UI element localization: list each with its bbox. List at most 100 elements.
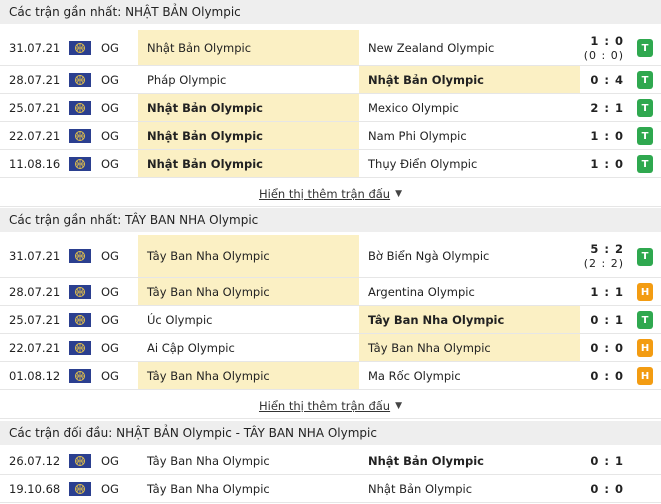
home-team[interactable]: Ai Cập Olympic bbox=[138, 334, 359, 361]
match-date: 28.07.21 bbox=[9, 72, 61, 87]
match-score[interactable]: 0 : 1 bbox=[580, 447, 624, 474]
home-team[interactable]: Tây Ban Nha Olympic bbox=[138, 475, 359, 502]
home-team[interactable]: Nhật Bản Olympic bbox=[138, 122, 359, 149]
away-team[interactable]: Nhật Bản Olympic bbox=[359, 475, 580, 502]
match-row[interactable]: 28.07.21 OG Tây Ban Nha Olympic Argentina O… bbox=[0, 278, 661, 306]
match-score[interactable]: 0 : 0 bbox=[580, 475, 624, 502]
show-more-link[interactable]: Hiển thị thêm trận đấu ▼ bbox=[0, 393, 661, 419]
home-team[interactable]: Nhật Bản Olympic bbox=[138, 94, 359, 121]
match-score[interactable]: 1 : 0 bbox=[580, 150, 624, 177]
away-team[interactable]: New Zealand Olympic bbox=[359, 30, 580, 65]
full-time-score: 1 : 1 bbox=[590, 284, 624, 299]
match-date: 26.07.12 bbox=[9, 453, 61, 468]
full-time-score: 1 : 0 bbox=[590, 33, 624, 48]
result-badge: H bbox=[637, 339, 653, 357]
match-score[interactable]: 1 : 0 (0 : 0) bbox=[580, 30, 624, 65]
match-row[interactable]: 31.07.21 OG Tây Ban Nha Olympic Bờ Biển Ngà… bbox=[0, 235, 661, 278]
match-row[interactable]: 11.08.16 OG Nhật Bản Olympic Thụy Điển Olym… bbox=[0, 150, 661, 178]
away-team[interactable]: Nam Phi Olympic bbox=[359, 122, 580, 149]
section-title: Các trận gần nhất: NHẬT BẢN Olympic bbox=[9, 5, 241, 19]
match-score[interactable]: 0 : 4 bbox=[580, 66, 624, 93]
show-more-link[interactable]: Hiển thị thêm trận đấu ▼ bbox=[0, 181, 661, 207]
away-team[interactable]: Bờ Biển Ngà Olympic bbox=[359, 235, 580, 277]
half-time-score: (0 : 0) bbox=[583, 48, 624, 62]
league-code: OG bbox=[101, 40, 119, 55]
olympic-flag-icon bbox=[69, 30, 91, 65]
home-team[interactable]: Tây Ban Nha Olympic bbox=[138, 447, 359, 474]
match-score[interactable]: 0 : 0 bbox=[580, 362, 624, 389]
home-team[interactable]: Tây Ban Nha Olympic bbox=[138, 362, 359, 389]
olympic-flag-icon bbox=[69, 66, 91, 93]
match-row[interactable]: 26.07.12 OG Tây Ban Nha Olympic Nhật Bản Ol… bbox=[0, 447, 661, 475]
away-team[interactable]: Mexico Olympic bbox=[359, 94, 580, 121]
match-score[interactable]: 1 : 1 bbox=[580, 278, 624, 305]
match-row[interactable]: 19.10.68 OG Tây Ban Nha Olympic Nhật Bản Ol… bbox=[0, 475, 661, 503]
match-row[interactable]: 22.07.21 OG Ai Cập Olympic Tây Ban Nha Olym… bbox=[0, 334, 661, 362]
match-row[interactable]: 25.07.21 OG Úc Olympic Tây Ban Nha Olympic 0… bbox=[0, 306, 661, 334]
match-date: 25.07.21 bbox=[9, 100, 61, 115]
match-date: 22.07.21 bbox=[9, 340, 61, 355]
caret-down-icon: ▼ bbox=[395, 188, 403, 199]
match-row[interactable]: 25.07.21 OG Nhật Bản Olympic Mexico Olympic… bbox=[0, 94, 661, 122]
away-team[interactable]: Thụy Điển Olympic bbox=[359, 150, 580, 177]
olympic-flag-icon bbox=[69, 362, 91, 389]
match-score[interactable]: 0 : 1 bbox=[580, 306, 624, 333]
league-code: OG bbox=[101, 453, 119, 468]
section-header-head-to-head: Các trận đối đầu: NHẬT BẢN Olympic - TÂY… bbox=[0, 421, 661, 445]
league-code: OG bbox=[101, 368, 119, 383]
league-code: OG bbox=[101, 156, 119, 171]
half-time-score: (2 : 2) bbox=[583, 257, 624, 270]
home-team[interactable]: Nhật Bản Olympic bbox=[138, 150, 359, 177]
match-date: 28.07.21 bbox=[9, 284, 61, 299]
result-badge: H bbox=[637, 283, 653, 301]
away-team[interactable]: Argentina Olympic bbox=[359, 278, 580, 305]
full-time-score: 1 : 0 bbox=[590, 156, 624, 171]
match-score[interactable]: 0 : 0 bbox=[580, 334, 624, 361]
home-team[interactable]: Tây Ban Nha Olympic bbox=[138, 278, 359, 305]
away-team[interactable]: Nhật Bản Olympic bbox=[359, 447, 580, 474]
match-score[interactable]: 2 : 1 bbox=[580, 94, 624, 121]
match-score[interactable]: 1 : 0 bbox=[580, 122, 624, 149]
league-code: OG bbox=[101, 100, 119, 115]
away-team[interactable]: Ma Rốc Olympic bbox=[359, 362, 580, 389]
show-more-label[interactable]: Hiển thị thêm trận đấu bbox=[259, 187, 390, 201]
caret-down-icon: ▼ bbox=[395, 400, 403, 411]
olympic-flag-icon bbox=[69, 150, 91, 177]
league-code: OG bbox=[101, 340, 119, 355]
match-date: 25.07.21 bbox=[9, 312, 61, 327]
olympic-flag-icon bbox=[69, 278, 91, 305]
home-team[interactable]: Tây Ban Nha Olympic bbox=[138, 235, 359, 277]
match-row[interactable]: 28.07.21 OG Pháp Olympic Nhật Bản Olympic 0 … bbox=[0, 66, 661, 94]
result-badge: T bbox=[637, 155, 653, 173]
match-row[interactable]: 01.08.12 OG Tây Ban Nha Olympic Ma Rốc Olym… bbox=[0, 362, 661, 390]
section-header-recent-japan: Các trận gần nhất: NHẬT BẢN Olympic bbox=[0, 0, 661, 24]
home-team[interactable]: Pháp Olympic bbox=[138, 66, 359, 93]
league-code: OG bbox=[101, 312, 119, 327]
result-badge: H bbox=[637, 367, 653, 385]
match-date: 22.07.21 bbox=[9, 128, 61, 143]
olympic-flag-icon bbox=[69, 306, 91, 333]
olympic-flag-icon bbox=[69, 235, 91, 277]
match-score[interactable]: 5 : 2 (2 : 2) bbox=[580, 235, 624, 277]
olympic-flag-icon bbox=[69, 475, 91, 502]
match-row[interactable]: 22.07.21 OG Nhật Bản Olympic Nam Phi Olympi… bbox=[0, 122, 661, 150]
league-code: OG bbox=[101, 481, 119, 496]
match-row[interactable]: 31.07.21 OG Nhật Bản Olympic New Zealand Ol… bbox=[0, 30, 661, 66]
section-header-recent-spain: Các trận gần nhất: TÂY BAN NHA Olympic bbox=[0, 208, 661, 232]
section-title: Các trận đối đầu: NHẬT BẢN Olympic - TÂY… bbox=[9, 426, 377, 440]
match-date: 19.10.68 bbox=[9, 481, 61, 496]
away-team[interactable]: Nhật Bản Olympic bbox=[359, 66, 580, 93]
away-team[interactable]: Tây Ban Nha Olympic bbox=[359, 306, 580, 333]
home-team[interactable]: Úc Olympic bbox=[138, 306, 359, 333]
olympic-flag-icon bbox=[69, 447, 91, 474]
match-date: 31.07.21 bbox=[9, 249, 61, 263]
olympic-flag-icon bbox=[69, 334, 91, 361]
show-more-label[interactable]: Hiển thị thêm trận đấu bbox=[259, 399, 390, 413]
full-time-score: 1 : 0 bbox=[590, 128, 624, 143]
result-badge: T bbox=[637, 71, 653, 89]
away-team[interactable]: Tây Ban Nha Olympic bbox=[359, 334, 580, 361]
home-team[interactable]: Nhật Bản Olympic bbox=[138, 30, 359, 65]
olympic-flag-icon bbox=[69, 94, 91, 121]
olympic-flag-icon bbox=[69, 122, 91, 149]
league-code: OG bbox=[101, 249, 119, 263]
